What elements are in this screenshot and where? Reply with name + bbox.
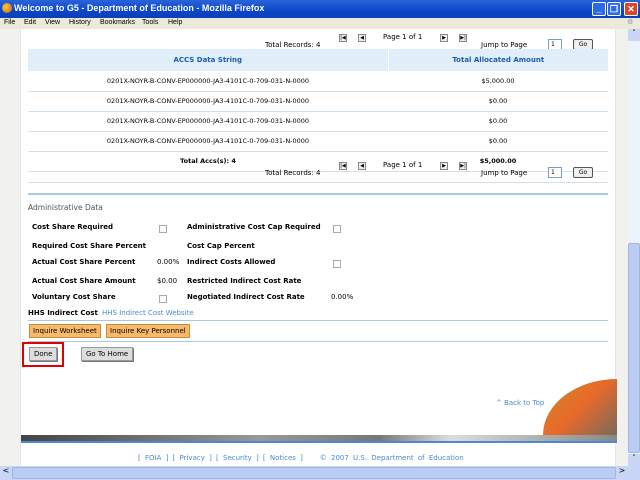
back-to-top-link[interactable]: ^ Back to Top (496, 399, 544, 407)
done-button[interactable]: Done (29, 347, 58, 361)
amount-cell: $0.00 (388, 131, 608, 152)
close-button[interactable]: ✕ (624, 2, 638, 16)
amount-cell: $0.00 (388, 111, 608, 132)
hhs-label: HHS Indirect Cost (28, 309, 98, 317)
prev-page-icon[interactable]: ◀ (358, 34, 366, 42)
cost-cap-percent-label: Cost Cap Percent (187, 242, 255, 250)
accs-cell: 0201X-NOYR-B-CONV-EP000000-JA3-4101C-0-7… (28, 91, 388, 112)
jump-label: Jump to Page (481, 169, 528, 177)
divider (28, 193, 608, 195)
menu-file[interactable]: File (4, 19, 15, 26)
table-row: 0201X-NOYR-B-CONV-EP000000-JA3-4101C-0-7… (28, 131, 608, 152)
window-title: Welcome to G5 - Department of Education … (14, 3, 265, 13)
next-page-icon[interactable]: ▶ (440, 34, 448, 42)
last-page-icon[interactable]: ▶| (459, 34, 467, 42)
cost-share-required-checkbox[interactable] (159, 225, 167, 233)
firefox-icon (2, 3, 12, 13)
divider (28, 182, 608, 183)
menu-view[interactable]: View (45, 19, 60, 26)
scroll-up-icon[interactable]: ˄ (628, 29, 640, 41)
inquire-worksheet-button[interactable]: Inquire Worksheet (29, 324, 101, 338)
maximize-button[interactable]: ❐ (607, 2, 621, 16)
horizontal-scrollbar[interactable]: < > (0, 466, 640, 480)
menu-history[interactable]: History (69, 19, 91, 26)
page-info: Page 1 of 1 (383, 161, 423, 169)
first-page-icon[interactable]: |◀ (339, 162, 347, 170)
security-link[interactable]: Security (223, 454, 252, 462)
go-button[interactable]: Go (573, 167, 593, 178)
required-cost-share-percent-label: Required Cost Share Percent (32, 242, 147, 250)
indirect-costs-allowed-checkbox[interactable] (333, 260, 341, 268)
accs-cell: 0201X-NOYR-B-CONV-EP000000-JA3-4101C-0-7… (28, 71, 388, 92)
header-amount: Total Allocated Amount (388, 49, 608, 71)
accs-cell: 0201X-NOYR-B-CONV-EP000000-JA3-4101C-0-7… (28, 111, 388, 132)
jump-input[interactable]: 1 (548, 167, 562, 178)
voluntary-cost-share-checkbox[interactable] (159, 295, 167, 303)
go-to-home-button[interactable]: Go To Home (81, 347, 134, 361)
actual-cost-share-amount-label: Actual Cost Share Amount (32, 277, 136, 285)
scroll-left-icon[interactable]: < (0, 466, 12, 480)
menu-help[interactable]: Help (168, 19, 182, 26)
menu-bar: File Edit View History Bookmarks Tools H… (0, 18, 640, 29)
admin-cost-cap-checkbox[interactable] (333, 225, 341, 233)
restricted-rate-label: Restricted Indirect Cost Rate (187, 277, 302, 285)
h-scroll-thumb[interactable] (12, 467, 616, 479)
classroom-image (543, 379, 617, 435)
admin-title: Administrative Data (28, 203, 103, 212)
menu-edit[interactable]: Edit (24, 19, 36, 26)
divider (28, 320, 608, 321)
last-page-icon[interactable]: ▶| (459, 162, 467, 170)
table-header: ACCS Data String Total Allocated Amount (28, 49, 608, 71)
scroll-thumb[interactable] (628, 243, 640, 453)
table-row: 0201X-NOYR-B-CONV-EP000000-JA3-4101C-0-7… (28, 91, 608, 112)
first-page-icon[interactable]: |◀ (339, 34, 347, 42)
indirect-costs-allowed-label: Indirect Costs Allowed (187, 258, 276, 266)
scroll-down-icon[interactable]: ˅ (628, 454, 640, 466)
copyright: © 2007 U.S. Department of Education (319, 454, 464, 462)
inquire-key-personnel-button[interactable]: Inquire Key Personnel (106, 324, 190, 338)
minimize-button[interactable]: _ (592, 2, 606, 16)
negotiated-rate-label: Negotiated Indirect Cost Rate (187, 293, 305, 301)
menu-bookmarks[interactable]: Bookmarks (100, 19, 135, 26)
page-content: |◀ ◀ Page 1 of 1 ▶ ▶| Total Records: 4 J… (20, 29, 617, 466)
pager-bottom: |◀ ◀ Page 1 of 1 ▶ ▶| Total Records: 4 J… (21, 160, 617, 184)
foia-link[interactable]: FOIA (145, 454, 161, 462)
cost-share-required-label: Cost Share Required (32, 223, 114, 231)
table-row: 0201X-NOYR-B-CONV-EP000000-JA3-4101C-0-7… (28, 111, 608, 132)
page-info: Page 1 of 1 (383, 33, 423, 41)
total-records: Total Records: 4 (265, 169, 321, 177)
accs-cell: 0201X-NOYR-B-CONV-EP000000-JA3-4101C-0-7… (28, 131, 388, 152)
table-row: 0201X-NOYR-B-CONV-EP000000-JA3-4101C-0-7… (28, 71, 608, 92)
hhs-link[interactable]: HHS Indirect Cost Website (102, 309, 194, 317)
divider (28, 341, 608, 342)
menu-tools[interactable]: Tools (142, 19, 158, 26)
jump-label: Jump to Page (481, 41, 528, 49)
scroll-right-icon[interactable]: > (616, 466, 628, 480)
actual-cost-share-percent-value: 0.00% (157, 258, 180, 266)
voluntary-cost-share-label: Voluntary Cost Share (32, 293, 116, 301)
notices-link[interactable]: Notices (270, 454, 296, 462)
negotiated-rate-value: 0.00% (331, 293, 354, 301)
next-page-icon[interactable]: ▶ (440, 162, 448, 170)
actual-cost-share-percent-label: Actual Cost Share Percent (32, 258, 136, 266)
admin-cost-cap-label: Administrative Cost Cap Required (187, 223, 321, 231)
vertical-scrollbar[interactable]: ˄ ˅ (628, 29, 640, 466)
amount-cell: $0.00 (388, 91, 608, 112)
prev-page-icon[interactable]: ◀ (358, 162, 366, 170)
header-accs: ACCS Data String (28, 49, 389, 71)
actual-cost-share-amount-value: $0.00 (157, 277, 178, 285)
accs-table: ACCS Data String Total Allocated Amount … (28, 49, 608, 172)
title-bar: Welcome to G5 - Department of Education … (0, 0, 640, 18)
footer-links: [ FOIA ] [ Privacy ] [ Security ] [ Noti… (138, 454, 464, 462)
throbber-icon: ⚙ (627, 19, 634, 26)
amount-cell: $5,000.00 (388, 71, 608, 92)
total-records: Total Records: 4 (265, 41, 321, 49)
footer-banner (21, 435, 617, 443)
privacy-link[interactable]: Privacy (180, 454, 205, 462)
